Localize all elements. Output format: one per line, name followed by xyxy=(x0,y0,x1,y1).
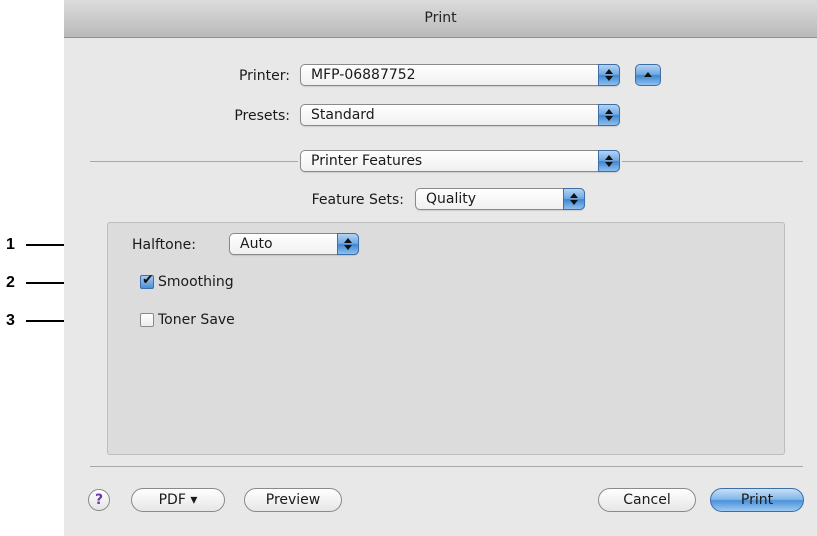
printer-features-panel xyxy=(107,222,785,455)
halftone-label: Halftone: xyxy=(132,237,196,253)
preview-button[interactable]: Preview xyxy=(244,488,342,512)
printer-label: Printer: xyxy=(238,68,290,84)
printer-value: MFP-06887752 xyxy=(311,67,416,83)
disclosure-triangle-button[interactable] xyxy=(635,64,661,86)
popup-arrows-icon xyxy=(598,150,620,172)
help-button[interactable]: ? xyxy=(88,489,110,511)
pdf-menu-button[interactable]: PDF ▾ xyxy=(131,488,225,512)
print-dialog: Print Printer: MFP-06887752 Presets: Sta… xyxy=(64,0,817,536)
footer-separator xyxy=(90,466,803,467)
feature-sets-value: Quality xyxy=(426,191,477,207)
cancel-button[interactable]: Cancel xyxy=(598,488,696,512)
checkmark-icon: ✔ xyxy=(142,272,154,288)
printer-popup[interactable]: MFP-06887752 xyxy=(300,64,620,86)
callout-number-3: 3 xyxy=(6,312,15,329)
smoothing-checkbox[interactable]: ✔ xyxy=(140,272,154,289)
presets-label: Presets: xyxy=(234,108,290,124)
smoothing-label: Smoothing xyxy=(158,274,234,290)
presets-popup[interactable]: Standard xyxy=(300,104,620,126)
section-value: Printer Features xyxy=(311,153,423,169)
section-popup[interactable]: Printer Features xyxy=(300,150,620,172)
callout-number-2: 2 xyxy=(6,274,15,291)
halftone-value: Auto xyxy=(240,236,273,252)
toner-save-label: Toner Save xyxy=(158,312,235,328)
toner-save-checkbox[interactable] xyxy=(140,313,154,327)
section-separator-right xyxy=(622,161,803,162)
title-bar[interactable]: Print xyxy=(64,0,817,38)
presets-value: Standard xyxy=(311,107,375,123)
feature-sets-popup[interactable]: Quality xyxy=(415,188,585,210)
popup-arrows-icon xyxy=(598,104,620,126)
section-separator-left xyxy=(90,161,298,162)
feature-sets-label: Feature Sets: xyxy=(311,192,404,208)
window-title: Print xyxy=(424,10,457,26)
halftone-popup[interactable]: Auto xyxy=(229,233,359,255)
popup-arrows-icon xyxy=(598,64,620,86)
popup-arrows-icon xyxy=(563,188,585,210)
print-button[interactable]: Print xyxy=(710,488,804,512)
callout-number-1: 1 xyxy=(6,236,15,253)
popup-arrows-icon xyxy=(337,233,359,255)
